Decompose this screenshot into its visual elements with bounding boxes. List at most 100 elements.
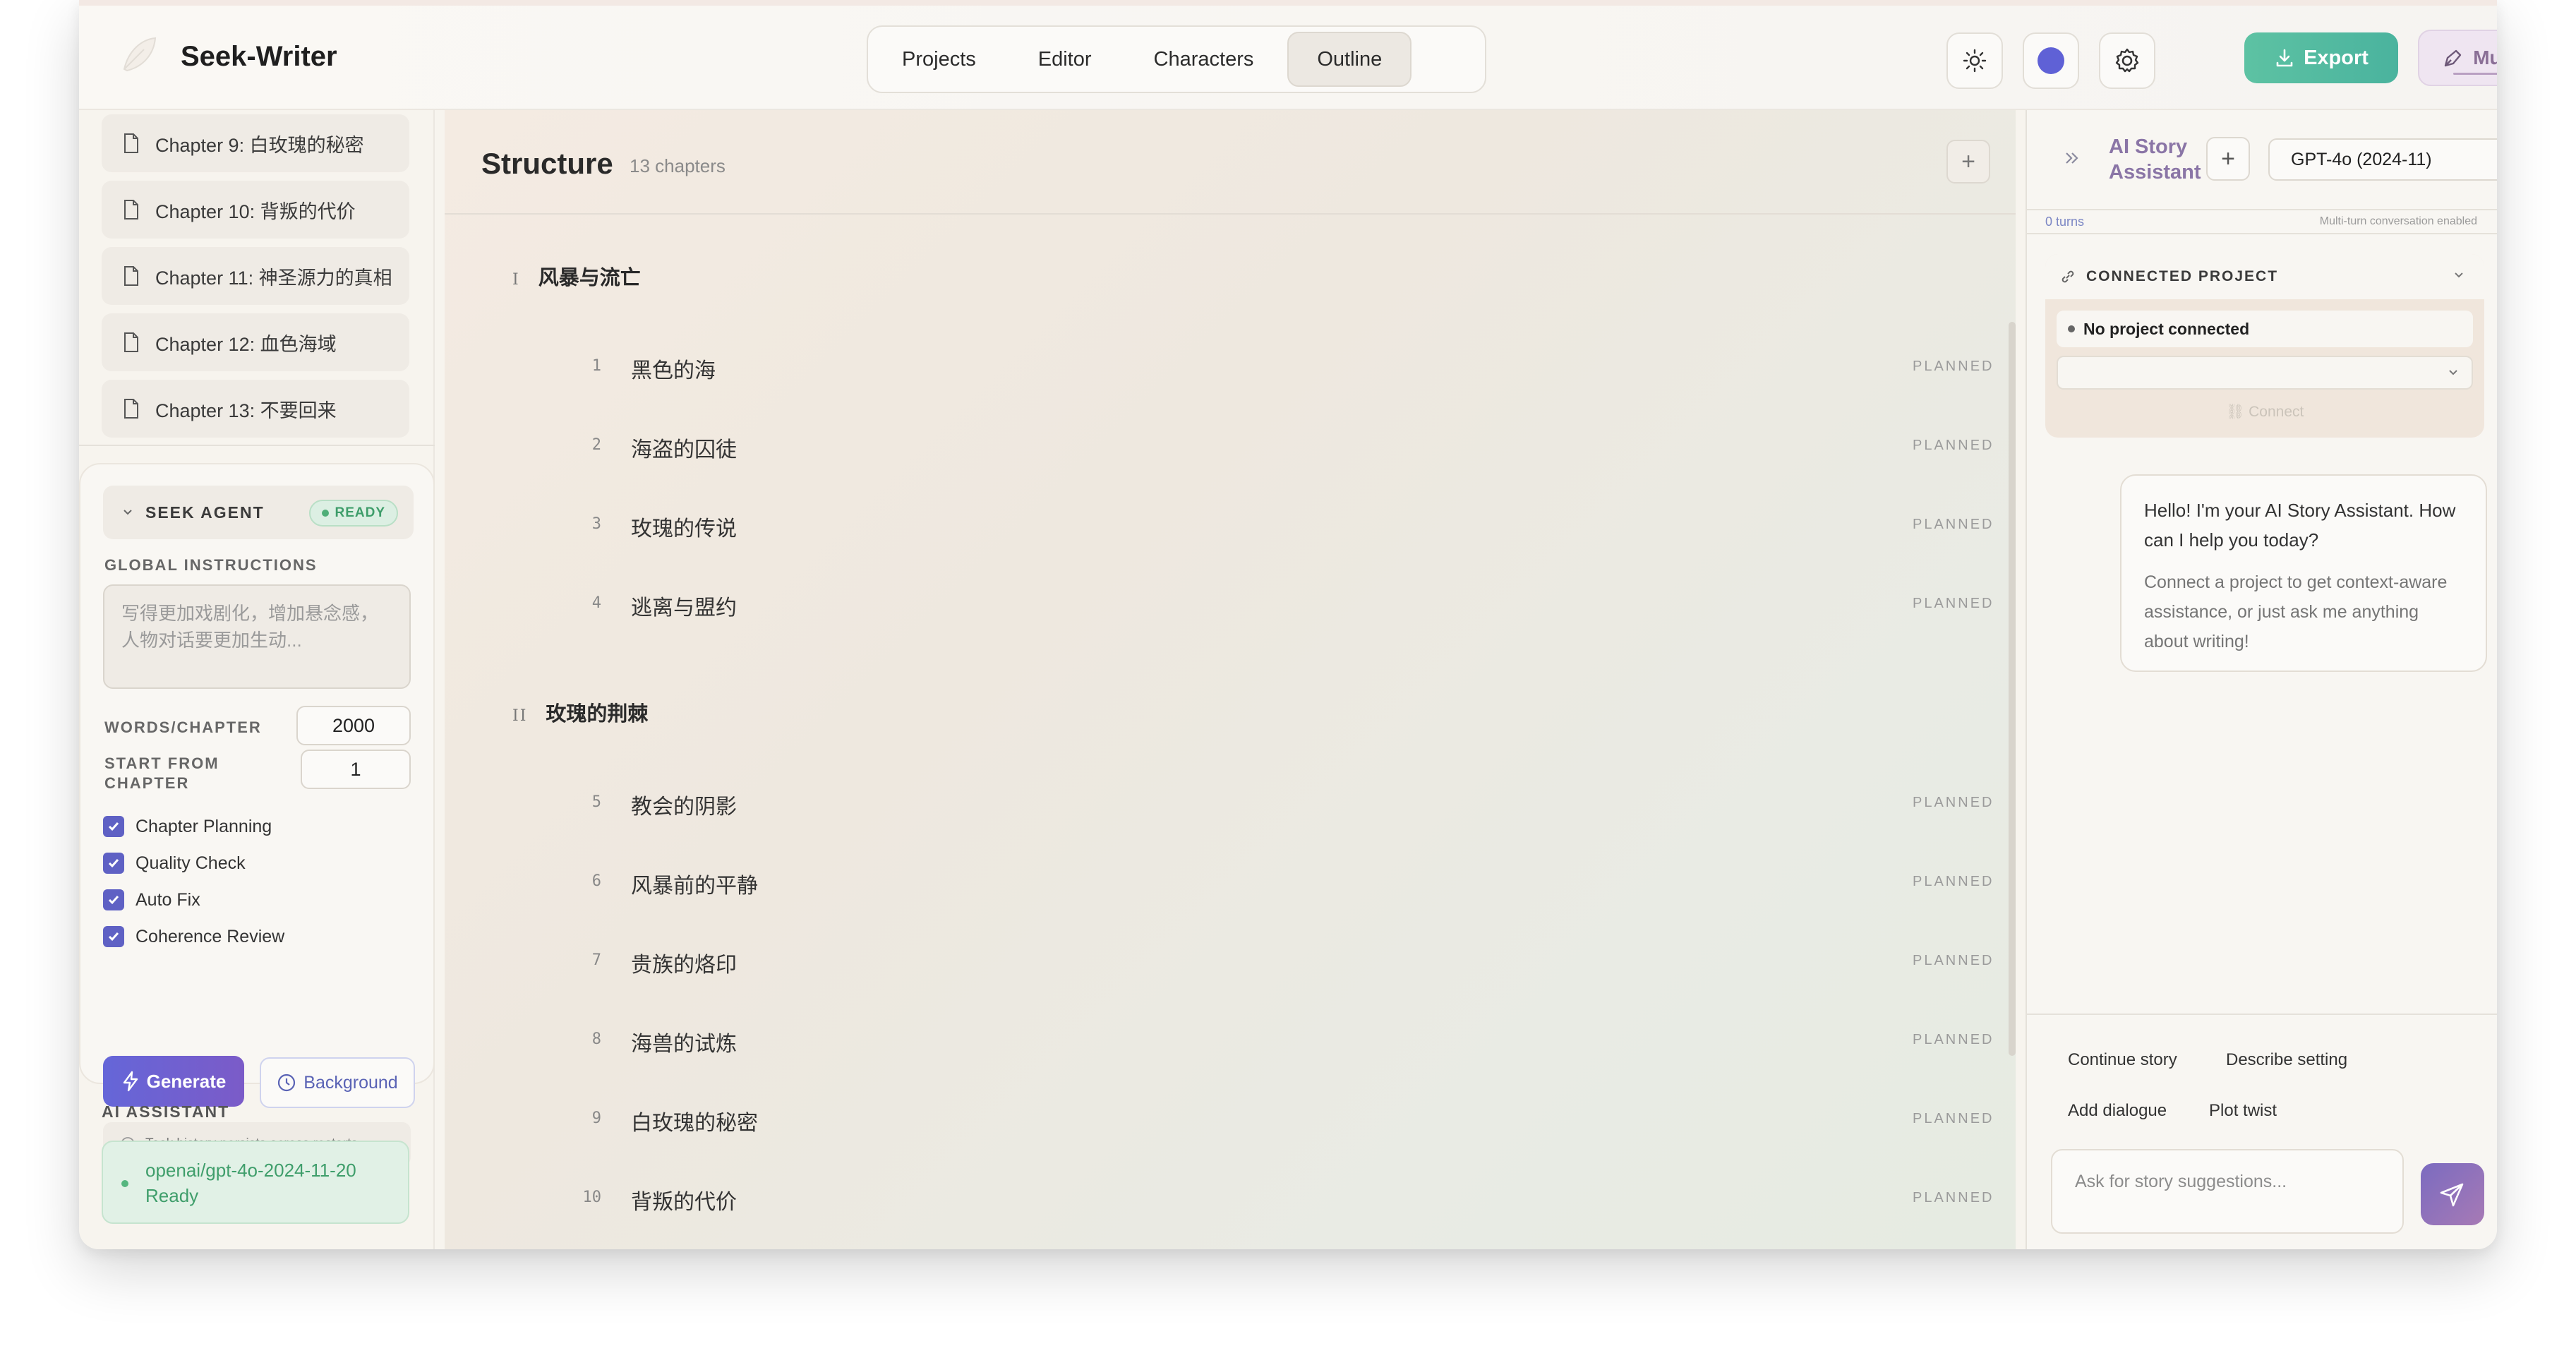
option-auto-fix[interactable]: Auto Fix (103, 889, 200, 910)
option-label: Coherence Review (136, 926, 285, 946)
suggestion-add-dialogue[interactable]: Add dialogue (2068, 1101, 2167, 1121)
pen-tool-icon (2445, 49, 2462, 67)
plus-icon: + (1961, 148, 1975, 175)
connected-project-card: CONNECTED PROJECT No project connected ⛓… (2045, 254, 2484, 438)
chapter-label: Chapter 9: 白玫瑰的秘密 (155, 134, 364, 156)
chapter-status: PLANNED (1913, 359, 1994, 374)
chapter-title: 玫瑰的传说 (631, 517, 737, 541)
app-title: Seek-Writer (181, 41, 337, 72)
tab-characters[interactable]: Characters (1126, 32, 1282, 87)
chapter-row[interactable]: 9 白玫瑰的秘密 PLANNED (445, 1098, 2016, 1141)
suggestion-continue-story[interactable]: Continue story (2068, 1050, 2177, 1070)
sidebar-chapter-item[interactable]: Chapter 12: 血色海域 (102, 313, 409, 371)
chapter-title: 白玫瑰的秘密 (631, 1112, 758, 1135)
chapter-status: PLANNED (1913, 953, 1994, 968)
status-dot-icon (2068, 325, 2075, 332)
sidebar-chapter-item[interactable]: Chapter 11: 神圣源力的真相 (102, 247, 409, 305)
chapter-number: 4 (591, 594, 601, 612)
left-sidebar: Chapter 9: 白玫瑰的秘密 Chapter 10: 背叛的代价 Chap… (79, 110, 435, 1249)
model-select[interactable]: GPT-4o (2024-11) (2268, 138, 2497, 181)
feather-logo-icon (113, 30, 164, 80)
connected-project-label: CONNECTED PROJECT (2086, 268, 2279, 284)
chapter-row[interactable]: 5 教会的阴影 PLANNED (445, 782, 2016, 824)
tab-projects[interactable]: Projects (874, 32, 1004, 87)
file-icon (124, 200, 138, 220)
muse-button[interactable]: Muse (2418, 30, 2497, 86)
chapter-row[interactable]: 8 海兽的试炼 PLANNED (445, 1019, 2016, 1062)
main-scrollbar[interactable] (2009, 322, 2016, 1056)
chevron-down-icon (2455, 272, 2463, 278)
option-chapter-planning[interactable]: Chapter Planning (103, 816, 272, 837)
page-title: Structure (481, 147, 613, 180)
color-theme-button[interactable] (2023, 32, 2079, 89)
greeting-hint-text: Connect a project to get context-aware a… (2144, 572, 2448, 651)
chapter-status: PLANNED (1913, 517, 1994, 532)
download-icon (2276, 49, 2293, 67)
words-per-chapter-input[interactable]: 2000 (296, 706, 411, 745)
sun-icon (1963, 49, 1987, 73)
suggestions-area: Continue story Describe setting Add dial… (2027, 1014, 2497, 1249)
chapter-row[interactable]: 6 风暴前的平静 PLANNED (445, 861, 2016, 903)
chapter-row[interactable]: 2 海盗的囚徒 PLANNED (445, 425, 2016, 467)
top-bar: Seek-Writer Projects Editor Characters O… (79, 0, 2497, 110)
generate-button[interactable]: Generate (103, 1056, 244, 1107)
option-quality-check[interactable]: Quality Check (103, 853, 246, 874)
project-select[interactable] (2057, 356, 2473, 390)
new-chat-button[interactable]: + (2206, 137, 2250, 181)
checkbox-checked-icon (103, 889, 124, 910)
file-icon (124, 332, 138, 352)
theme-toggle-button[interactable] (1946, 32, 2003, 89)
ai-model-status: openai/gpt-4o-2024-11-20 Ready (102, 1141, 409, 1224)
settings-button[interactable] (2099, 32, 2155, 89)
chapter-number: 3 (591, 515, 601, 533)
add-chapter-button[interactable]: + (1946, 140, 1990, 184)
start-from-chapter-label: START FROM CHAPTER (104, 754, 219, 792)
instructions-placeholder: 写得更加戏剧化，增加悬念感，人物对话要更加生动... (121, 603, 379, 651)
suggestion-describe-setting[interactable]: Describe setting (2226, 1050, 2347, 1070)
send-button[interactable] (2421, 1163, 2484, 1225)
connect-button[interactable]: ⛓ Connect (2045, 404, 2484, 421)
sidebar-chapter-item[interactable]: Chapter 10: 背叛的代价 (102, 181, 409, 239)
collapse-chevrons-icon[interactable] (2062, 148, 2082, 168)
chapter-title: 逃离与盟约 (631, 596, 737, 620)
chapter-row[interactable]: 7 贵族的烙印 PLANNED (445, 940, 2016, 982)
chat-input[interactable]: Ask for story suggestions... (2051, 1149, 2404, 1234)
option-label: Quality Check (136, 853, 246, 873)
start-chapter-input[interactable]: 1 (301, 750, 411, 789)
chapter-number: 5 (591, 793, 601, 811)
background-button[interactable]: Background (260, 1057, 415, 1108)
outline-main: Structure 13 chapters + I 风暴与流亡 1 黑色的海 P… (445, 110, 2016, 1249)
option-coherence-review[interactable]: Coherence Review (103, 926, 284, 947)
chapter-number: 8 (591, 1030, 601, 1048)
chapter-status: PLANNED (1913, 1032, 1994, 1047)
link-icon: ⛓ (2225, 404, 2249, 420)
section-heading[interactable]: I 风暴与流亡 (512, 261, 641, 291)
assistant-header: AI Story Assistant + GPT-4o (2024-11) (2027, 110, 2497, 208)
ai-model-status-text: Ready (145, 1185, 199, 1206)
connected-project-header[interactable]: CONNECTED PROJECT (2045, 254, 2484, 299)
chapter-number: 6 (591, 872, 601, 890)
send-icon (2440, 1183, 2464, 1207)
chapter-status: PLANNED (1913, 438, 1994, 453)
chapter-row[interactable]: 10 背叛的代价 PLANNED (445, 1177, 2016, 1220)
file-icon (124, 399, 138, 419)
section-heading[interactable]: II 玫瑰的荆棘 (512, 697, 648, 727)
chapter-status: PLANNED (1913, 795, 1994, 810)
sidebar-chapter-item[interactable]: Chapter 13: 不要回来 (102, 380, 409, 438)
status-badge-label: READY (335, 505, 385, 520)
tab-editor[interactable]: Editor (1010, 32, 1120, 87)
chapter-row[interactable]: 3 玫瑰的传说 PLANNED (445, 504, 2016, 546)
seek-agent-header[interactable]: SEEK AGENT READY (103, 486, 414, 539)
tab-outline[interactable]: Outline (1287, 32, 1412, 87)
sidebar-chapter-item[interactable]: Chapter 9: 白玫瑰的秘密 (102, 114, 409, 172)
export-button[interactable]: Export (2244, 32, 2398, 83)
chapter-label: Chapter 11: 神圣源力的真相 (155, 267, 392, 289)
chapter-row[interactable]: 1 黑色的海 PLANNED (445, 346, 2016, 388)
chapter-row[interactable]: 4 逃离与盟约 PLANNED (445, 583, 2016, 625)
checkbox-checked-icon (103, 853, 124, 874)
connect-label: Connect (2249, 404, 2304, 420)
global-instructions-input[interactable]: 写得更加戏剧化，增加悬念感，人物对话要更加生动... (103, 584, 411, 689)
chapter-title: 海盗的囚徒 (631, 438, 737, 462)
global-instructions-label: GLOBAL INSTRUCTIONS (104, 556, 318, 574)
suggestion-plot-twist[interactable]: Plot twist (2209, 1101, 2277, 1121)
